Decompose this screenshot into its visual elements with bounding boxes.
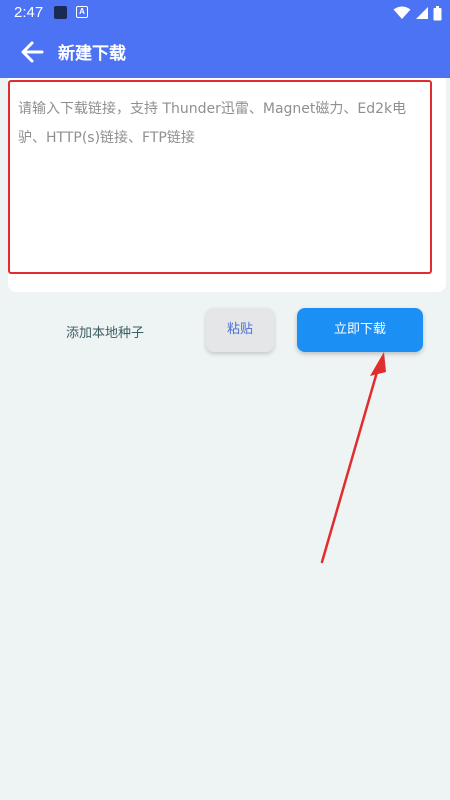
download-link-input[interactable] (8, 80, 432, 274)
add-local-torrent-link[interactable]: 添加本地种子 (66, 322, 144, 341)
status-bar: 2:47 A (0, 0, 450, 26)
arrow-left-icon (21, 41, 44, 63)
app-header: 2:47 A 新建下载 (0, 0, 450, 78)
battery-icon (433, 5, 442, 20)
paste-button[interactable]: 粘贴 (206, 308, 274, 352)
status-time: 2:47 (14, 4, 44, 21)
annotation-arrow-head (370, 352, 386, 376)
a-badge-icon: A (76, 6, 88, 18)
toolbar: 新建下载 (0, 26, 450, 78)
system-icons (393, 4, 442, 22)
wifi-icon (393, 6, 411, 19)
cellular-signal-icon (416, 7, 428, 19)
app-notification-icon (54, 6, 67, 19)
page-title: 新建下载 (58, 44, 126, 64)
download-now-button[interactable]: 立即下载 (297, 308, 423, 352)
annotation-arrow-shaft (320, 370, 379, 564)
back-button[interactable] (18, 38, 48, 66)
